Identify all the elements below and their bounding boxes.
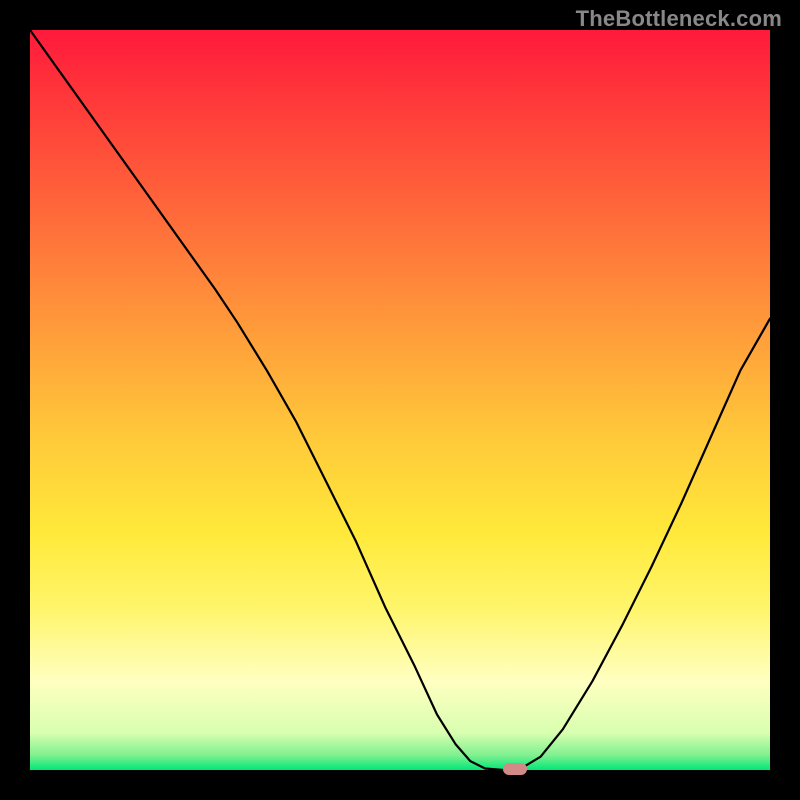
plot-area: [30, 30, 770, 770]
chart-svg: [30, 30, 770, 770]
chart-background: [30, 30, 770, 770]
watermark-text: TheBottleneck.com: [576, 6, 782, 32]
minimum-marker: [503, 763, 527, 775]
